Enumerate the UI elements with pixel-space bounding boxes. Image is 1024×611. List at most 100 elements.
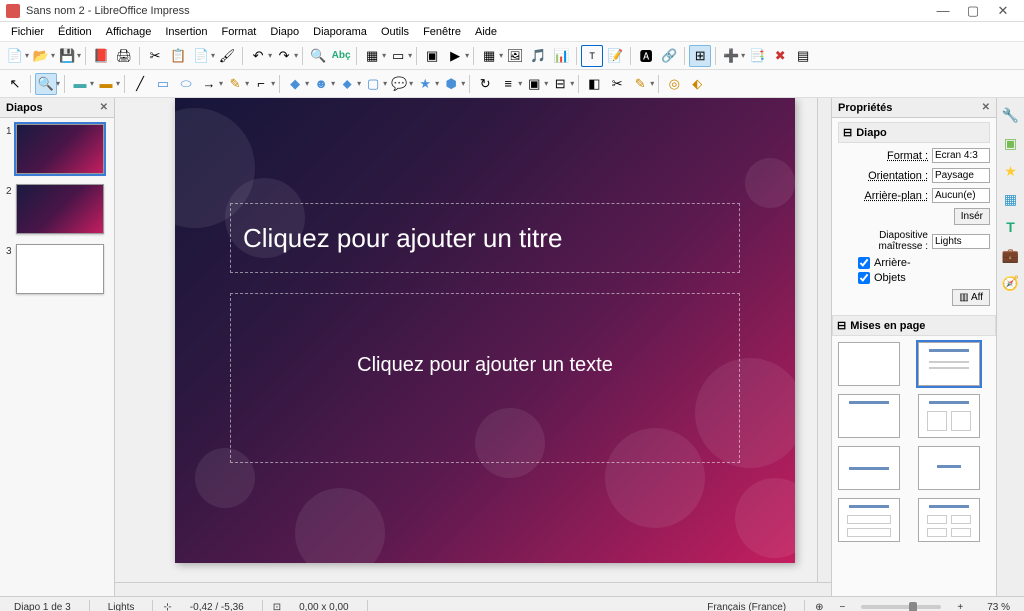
presentation-dropdown[interactable]: ▾ bbox=[465, 51, 469, 60]
close-button[interactable]: ✕ bbox=[988, 3, 1018, 19]
layout-four[interactable] bbox=[918, 498, 980, 542]
filter-dropdown[interactable]: ▾ bbox=[650, 79, 654, 88]
line-icon[interactable]: ╱ bbox=[129, 73, 151, 95]
master-field[interactable] bbox=[932, 234, 990, 249]
status-zoom[interactable]: 73 % bbox=[979, 602, 1018, 611]
canvas-area[interactable]: Cliquez pour ajouter un titre Cliquez po… bbox=[115, 98, 831, 596]
tab-gallery-icon[interactable]: 💼 bbox=[1000, 244, 1022, 266]
menu-affichage[interactable]: Affichage bbox=[99, 24, 159, 40]
grid-dropdown[interactable]: ▾ bbox=[382, 51, 386, 60]
new-slide-icon[interactable]: ➕ bbox=[720, 45, 742, 67]
clone-format-icon[interactable]: 🖌 bbox=[216, 45, 238, 67]
fontwork-icon[interactable]: 🅰 bbox=[635, 45, 657, 67]
spellcheck-icon[interactable]: Abç bbox=[330, 45, 352, 67]
zoom-fit-icon[interactable]: ⊕ bbox=[815, 602, 823, 611]
canvas-hscroll[interactable] bbox=[115, 582, 831, 596]
grid-icon[interactable]: ▦ bbox=[361, 45, 383, 67]
layout-title-content[interactable] bbox=[918, 342, 980, 386]
flowchart-dropdown[interactable]: ▾ bbox=[383, 79, 387, 88]
image-icon[interactable]: 🖼 bbox=[504, 45, 526, 67]
master-slide-icon[interactable]: ▣ bbox=[421, 45, 443, 67]
section-diapo[interactable]: ⊟ Diapo bbox=[838, 122, 990, 143]
undo-icon[interactable]: ↶ bbox=[247, 45, 269, 67]
view-normal-icon[interactable]: ⊞ bbox=[689, 45, 711, 67]
insert-button[interactable]: Insér bbox=[954, 208, 990, 225]
stars-icon[interactable]: ★ bbox=[414, 73, 436, 95]
slide-layout-icon[interactable]: ▤ bbox=[792, 45, 814, 67]
menu-diapo[interactable]: Diapo bbox=[263, 24, 306, 40]
minimize-button[interactable]: — bbox=[928, 3, 958, 18]
basic-shapes-dropdown[interactable]: ▾ bbox=[305, 79, 309, 88]
media-icon[interactable]: 🎵 bbox=[527, 45, 549, 67]
display-dropdown[interactable]: ▾ bbox=[408, 51, 412, 60]
menu-diaporama[interactable]: Diaporama bbox=[306, 24, 374, 40]
zoom-out-icon[interactable]: − bbox=[834, 602, 852, 611]
rectangle-icon[interactable]: ▭ bbox=[152, 73, 174, 95]
align-dropdown[interactable]: ▾ bbox=[518, 79, 522, 88]
find-icon[interactable]: 🔍 bbox=[307, 45, 329, 67]
curve-icon[interactable]: ✎ bbox=[224, 73, 246, 95]
ellipse-icon[interactable]: ⬭ bbox=[175, 73, 197, 95]
textbox-v-icon[interactable]: 📝 bbox=[604, 45, 626, 67]
textbox-icon[interactable]: T bbox=[581, 45, 603, 67]
callout-dropdown[interactable]: ▾ bbox=[409, 79, 413, 88]
tab-styles-icon[interactable]: T bbox=[1000, 216, 1022, 238]
layout-two-content[interactable] bbox=[918, 394, 980, 438]
new-icon[interactable]: 📄 bbox=[4, 45, 26, 67]
slide-thumb-1[interactable] bbox=[16, 124, 104, 174]
fill-color-icon[interactable]: ▬ bbox=[69, 73, 91, 95]
save-icon[interactable]: 💾 bbox=[56, 45, 78, 67]
slide-canvas[interactable]: Cliquez pour ajouter un titre Cliquez po… bbox=[175, 98, 795, 563]
3d-icon[interactable]: ⬢ bbox=[440, 73, 462, 95]
section-layouts[interactable]: ⊟ Mises en page bbox=[832, 315, 996, 336]
menu-fenetre[interactable]: Fenêtre bbox=[416, 24, 468, 40]
chart-icon[interactable]: 📊 bbox=[550, 45, 572, 67]
table-icon[interactable]: ▦ bbox=[478, 45, 500, 67]
filter-icon[interactable]: ✎ bbox=[629, 73, 651, 95]
fill-dropdown[interactable]: ▾ bbox=[90, 79, 94, 88]
check-objects[interactable] bbox=[858, 272, 870, 284]
symbol-shapes-icon[interactable]: ☻ bbox=[310, 73, 332, 95]
save-dropdown[interactable]: ▾ bbox=[77, 51, 81, 60]
shadow-icon[interactable]: ◧ bbox=[583, 73, 605, 95]
tab-properties-icon[interactable]: 🔧 bbox=[1000, 104, 1022, 126]
arrow-dropdown[interactable]: ▾ bbox=[219, 79, 223, 88]
print-icon[interactable]: 🖨 bbox=[113, 45, 135, 67]
flowchart-icon[interactable]: ▢ bbox=[362, 73, 384, 95]
zoom-in-icon[interactable]: + bbox=[951, 602, 969, 611]
callout-icon[interactable]: 💬 bbox=[388, 73, 410, 95]
distribute-dropdown[interactable]: ▾ bbox=[570, 79, 574, 88]
block-dropdown[interactable]: ▾ bbox=[357, 79, 361, 88]
menu-insertion[interactable]: Insertion bbox=[158, 24, 214, 40]
block-arrows-icon[interactable]: ⬥ bbox=[336, 73, 358, 95]
slide-thumb-3[interactable] bbox=[16, 244, 104, 294]
display-mode-icon[interactable]: ▭ bbox=[387, 45, 409, 67]
layout-blank[interactable] bbox=[838, 342, 900, 386]
menu-outils[interactable]: Outils bbox=[374, 24, 416, 40]
select-icon[interactable]: ↖ bbox=[4, 73, 26, 95]
paste-dropdown[interactable]: ▾ bbox=[211, 51, 215, 60]
zoom-slider[interactable] bbox=[861, 605, 941, 609]
open-dropdown[interactable]: ▾ bbox=[51, 51, 55, 60]
aff-button[interactable]: ▥ Aff bbox=[952, 289, 990, 306]
format-field[interactable] bbox=[932, 148, 990, 163]
symbol-dropdown[interactable]: ▾ bbox=[331, 79, 335, 88]
layout-centered[interactable] bbox=[918, 446, 980, 490]
arrange-dropdown[interactable]: ▾ bbox=[544, 79, 548, 88]
tab-slide-transition-icon[interactable]: ▣ bbox=[1000, 132, 1022, 154]
layout-content-only[interactable] bbox=[838, 446, 900, 490]
cut-icon[interactable]: ✂ bbox=[144, 45, 166, 67]
canvas-vscroll[interactable] bbox=[817, 98, 831, 582]
basic-shapes-icon[interactable]: ◆ bbox=[284, 73, 306, 95]
3d-dropdown[interactable]: ▾ bbox=[461, 79, 465, 88]
zoom-icon[interactable]: 🔍 bbox=[35, 73, 57, 95]
redo-dropdown[interactable]: ▾ bbox=[294, 51, 298, 60]
extrusion-icon[interactable]: ⬖ bbox=[686, 73, 708, 95]
new-slide-dropdown[interactable]: ▾ bbox=[741, 51, 745, 60]
new-dropdown[interactable]: ▾ bbox=[25, 51, 29, 60]
layout-split-h[interactable] bbox=[838, 498, 900, 542]
properties-close[interactable]: ✕ bbox=[982, 102, 990, 113]
menu-format[interactable]: Format bbox=[215, 24, 264, 40]
arrow-line-icon[interactable]: → bbox=[198, 73, 220, 95]
zoom-dropdown[interactable]: ▾ bbox=[56, 79, 60, 88]
